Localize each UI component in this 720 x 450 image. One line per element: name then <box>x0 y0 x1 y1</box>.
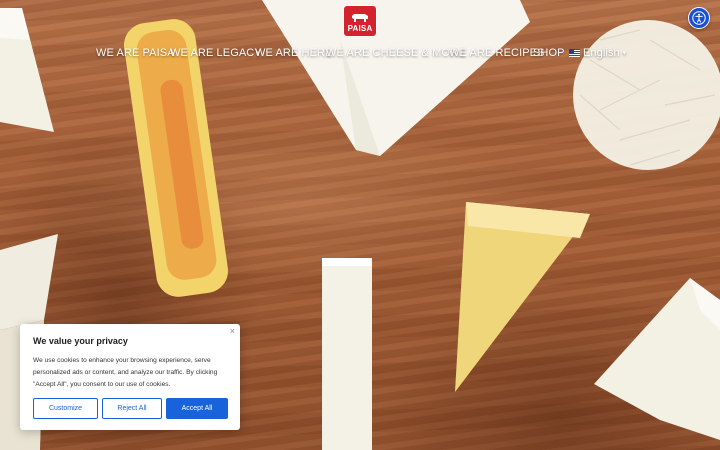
cookie-button-group: Customize Reject All Accept All <box>33 398 228 419</box>
accessibility-button[interactable] <box>688 7 710 29</box>
accept-all-button[interactable]: Accept All <box>166 398 228 419</box>
cookie-consent-banner: × We value your privacy We use cookies t… <box>20 324 240 430</box>
accessibility-icon <box>692 11 706 25</box>
nav-item-shop[interactable]: SHOP <box>533 45 565 61</box>
cookie-description: We use cookies to enhance your browsing … <box>33 357 218 388</box>
customize-button[interactable]: Customize <box>33 398 98 419</box>
cow-icon <box>352 14 368 22</box>
main-navigation: WE ARE PAISA WE ARE LEGACY WE ARE HERE W… <box>0 45 720 61</box>
language-selector[interactable]: English ▾ <box>569 45 626 61</box>
nav-item-we-are-here[interactable]: WE ARE HERE <box>255 45 333 61</box>
nav-item-we-are-legacy[interactable]: WE ARE LEGACY <box>170 45 262 61</box>
cookie-title: We value your privacy <box>33 336 128 346</box>
chevron-down-icon: ▾ <box>622 50 627 57</box>
paisa-logo[interactable]: PAISA <box>343 5 377 37</box>
nav-item-we-are-recipes[interactable]: WE ARE RECIPES <box>449 45 545 61</box>
close-icon[interactable]: × <box>230 326 235 336</box>
nav-item-we-are-paisa[interactable]: WE ARE PAISA <box>96 45 175 61</box>
language-label: English <box>583 47 620 59</box>
nav-item-we-are-cheese-more[interactable]: WE ARE CHEESE & MORE <box>326 45 466 61</box>
reject-all-button[interactable]: Reject All <box>102 398 162 419</box>
us-flag-icon <box>569 49 580 57</box>
logo-text: PAISA <box>347 24 373 33</box>
